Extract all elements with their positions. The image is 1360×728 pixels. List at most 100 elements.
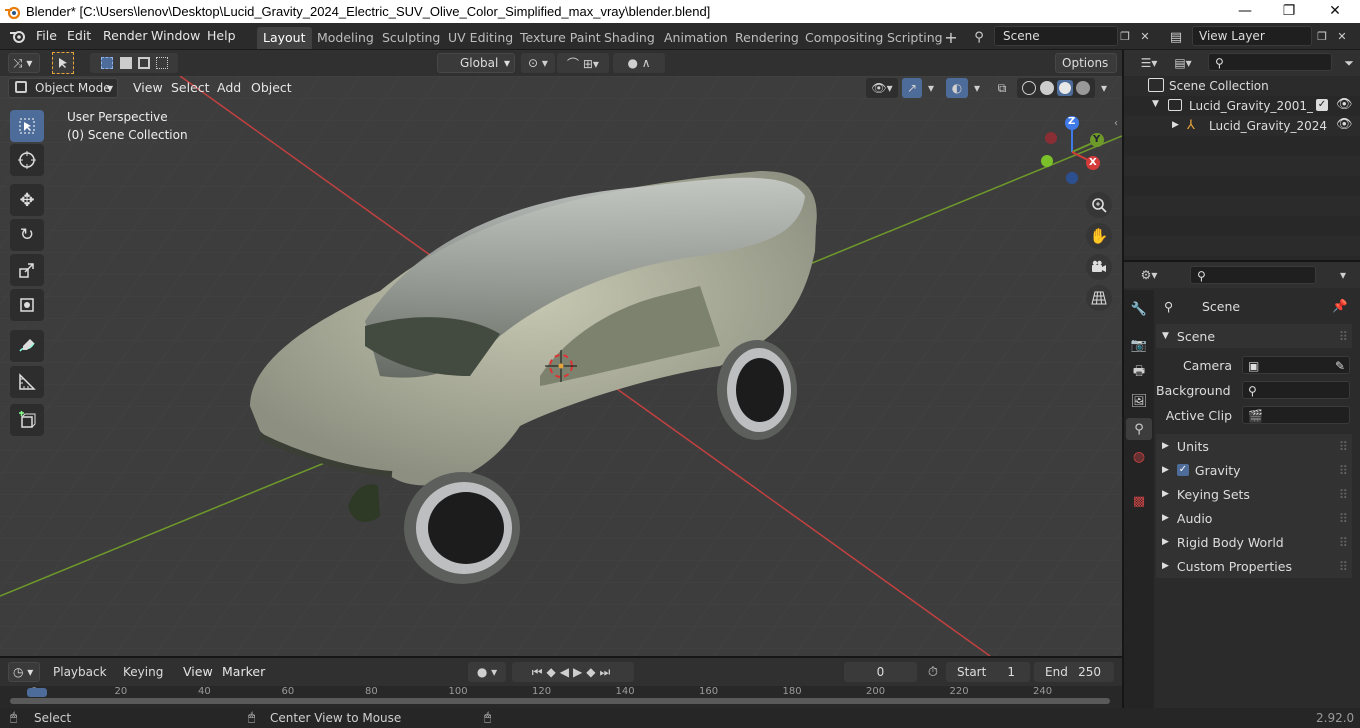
timeline-editor-type-dropdown[interactable]: ◷ ▾ <box>8 662 40 682</box>
timeline-area[interactable]: 020406080100120140160180200220240 <box>0 686 1122 708</box>
zoom-icon[interactable] <box>1086 192 1112 218</box>
expand-arrow-icon[interactable]: ▶ <box>1172 120 1179 130</box>
prev-keyframe-icon[interactable]: ◆ <box>547 665 560 679</box>
scale-tool-icon[interactable] <box>10 254 44 286</box>
scene-field[interactable]: Scene <box>994 26 1118 46</box>
rendered-shading-icon[interactable] <box>1076 81 1090 95</box>
area-divider[interactable] <box>1124 260 1360 262</box>
transform-orientation-dropdown[interactable]: Global ▾ <box>437 53 515 73</box>
selection-mode-buttons[interactable] <box>90 53 178 73</box>
next-keyframe-icon[interactable]: ◆ <box>586 665 599 679</box>
timeline-menu-marker[interactable]: Marker <box>222 664 265 679</box>
rotate-tool-icon[interactable]: ↻ <box>10 219 44 251</box>
new-selection-icon[interactable] <box>101 57 113 69</box>
outliner-row-root[interactable]: Scene Collection <box>1124 76 1360 96</box>
tab-sculpting[interactable]: Sculpting <box>376 27 446 49</box>
add-workspace-icon[interactable]: + <box>942 28 960 47</box>
play-reverse-icon[interactable]: ◀ <box>560 665 573 679</box>
extend-selection-icon[interactable] <box>120 57 132 69</box>
mode-dropdown[interactable]: Object Mode ▾ <box>8 78 118 98</box>
blender-menu-icon[interactable] <box>9 28 27 44</box>
keying-menu[interactable]: Keying ▾ <box>116 662 174 697</box>
menu-file[interactable]: File <box>36 28 57 43</box>
select-tool-icon[interactable] <box>52 52 74 74</box>
texture-tab-icon[interactable]: ▩ <box>1128 490 1150 512</box>
pivot-point-dropdown[interactable]: ⊙ ▾ <box>521 53 555 73</box>
chevron-down-icon[interactable]: ▾ <box>1334 265 1352 285</box>
exclude-checkbox[interactable]: ✓ <box>1316 99 1328 111</box>
maximize-button[interactable]: ❐ <box>1266 0 1312 23</box>
keying-sets-panel-header[interactable]: ▶ Keying Sets ⠿ <box>1156 482 1352 506</box>
playback-menu[interactable]: Playback ▾ <box>46 662 112 697</box>
outliner-editor-type-icon[interactable]: ☰▾ <box>1134 53 1164 73</box>
eye-icon[interactable]: 👁 <box>1336 117 1353 132</box>
view-layer-icon[interactable]: ▤ <box>1163 28 1189 46</box>
cursor-tool-icon[interactable] <box>10 144 44 176</box>
chevron-down-icon[interactable]: ▾ <box>924 78 938 98</box>
auto-keying-toggle[interactable]: ● ▾ <box>468 662 506 682</box>
drag-handle-icon[interactable]: ⠿ <box>1339 329 1348 344</box>
eyedropper-icon[interactable]: ✎ <box>1335 357 1345 375</box>
render-tab-icon[interactable]: 📷 <box>1128 334 1150 356</box>
measure-tool-icon[interactable] <box>10 366 44 398</box>
playback-controls[interactable]: ⏮ ◆ ◀ ▶ ◆ ⏭ <box>512 662 634 682</box>
audio-panel-header[interactable]: ▶ Audio ⠿ <box>1156 506 1352 530</box>
viewport-menu-add[interactable]: Add <box>217 80 241 95</box>
pan-hand-icon[interactable]: ✋ <box>1086 223 1112 249</box>
sidebar-toggle-icon[interactable]: ‹ <box>1114 118 1118 129</box>
editor-type-dropdown[interactable]: ⤨ ▾ <box>8 53 40 73</box>
minimize-button[interactable]: — <box>1222 0 1268 23</box>
intersect-selection-icon[interactable] <box>156 57 168 69</box>
output-tab-icon[interactable]: 🖶 <box>1128 362 1150 384</box>
timer-icon[interactable]: ⏱ <box>924 663 942 681</box>
view-layer-field[interactable]: View Layer <box>1192 26 1312 46</box>
close-button[interactable]: ✕ <box>1312 0 1358 23</box>
scene-icon[interactable]: ⚲ <box>966 28 992 46</box>
area-divider[interactable] <box>0 656 1122 658</box>
pin-icon[interactable]: 📌 <box>1332 298 1348 314</box>
tab-scripting[interactable]: Scripting <box>881 27 949 49</box>
display-mode-icon[interactable]: ▤▾ <box>1168 53 1198 73</box>
options-dropdown[interactable]: Options ▾ <box>1055 53 1117 88</box>
tab-texture-paint[interactable]: Texture Paint <box>514 27 607 49</box>
menu-help[interactable]: Help <box>207 28 236 43</box>
chevron-down-icon[interactable]: ▾ <box>970 78 984 98</box>
timeline-menu-view[interactable]: View <box>183 664 213 679</box>
playhead[interactable] <box>27 688 47 697</box>
custom-properties-panel-header[interactable]: ▶ Custom Properties ⠿ <box>1156 554 1352 578</box>
jump-end-icon[interactable]: ⏭ <box>599 665 614 680</box>
end-frame-field[interactable]: End 250 <box>1034 662 1114 682</box>
current-frame-field[interactable]: 0 <box>844 662 917 682</box>
outliner-row-object[interactable]: ▶ ⅄ Lucid_Gravity_2024 👁 <box>1124 116 1360 136</box>
move-tool-icon[interactable]: ✥ <box>10 184 44 216</box>
solid-shading-icon[interactable] <box>1040 81 1054 95</box>
start-frame-field[interactable]: Start 1 <box>946 662 1030 682</box>
gizmo-toggle-icon[interactable]: ↗ <box>902 78 922 98</box>
jump-start-icon[interactable]: ⏮ <box>532 665 547 680</box>
snap-toggle[interactable]: ⌒ ⊞▾ <box>557 53 609 73</box>
tab-uv-editing[interactable]: UV Editing <box>442 27 519 49</box>
timeline-scrollbar[interactable] <box>10 698 1110 704</box>
tab-shading[interactable]: Shading <box>598 27 661 49</box>
visibility-dropdown[interactable]: 👁▾ <box>866 78 898 98</box>
drag-handle-icon[interactable]: ⠿ <box>1339 559 1348 574</box>
proportional-edit-toggle[interactable]: ● ∧ <box>613 53 665 73</box>
world-tab-icon[interactable]: ◍ <box>1128 446 1150 468</box>
menu-edit[interactable]: Edit <box>67 28 91 43</box>
3d-viewport[interactable]: User Perspective (0) Scene Collection Z … <box>0 76 1122 656</box>
scene-tab-icon[interactable]: ⚲ <box>1126 418 1152 440</box>
tab-animation[interactable]: Animation <box>658 27 734 49</box>
drag-handle-icon[interactable]: ⠿ <box>1339 511 1348 526</box>
transform-tool-icon[interactable] <box>10 289 44 321</box>
viewport-menu-object[interactable]: Object <box>251 80 292 95</box>
menu-render[interactable]: Render <box>103 28 148 43</box>
add-cube-tool-icon[interactable] <box>10 404 44 436</box>
delete-scene-icon[interactable]: ✕ <box>1137 28 1153 44</box>
active-clip-field[interactable]: 🎬 <box>1242 406 1350 424</box>
wireframe-shading-icon[interactable] <box>1022 81 1036 95</box>
annotate-tool-icon[interactable] <box>10 330 44 362</box>
drag-handle-icon[interactable]: ⠿ <box>1339 439 1348 454</box>
camera-view-icon[interactable] <box>1086 254 1112 280</box>
scene-panel-header[interactable]: ▼ Scene ⠿ <box>1156 324 1352 348</box>
view-layer-tab-icon[interactable]: 🖼 <box>1128 390 1150 412</box>
